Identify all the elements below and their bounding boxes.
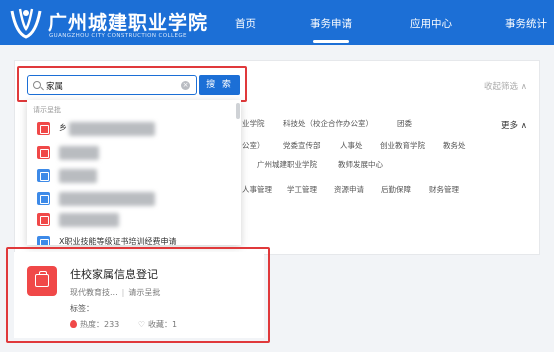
service-card[interactable]: 住校家属信息登记 现代教育技... | 请示呈批 标签： 热度：233 ♡ 收藏：1 (14, 252, 264, 338)
clipboard-icon (27, 266, 57, 296)
dropdown-category-header: 请示呈批 (33, 106, 61, 114)
filter-tag[interactable]: 业学院 (242, 118, 265, 129)
hot-count: 233 (104, 320, 120, 329)
card-category: 请示呈批 (128, 288, 161, 297)
nav-app-center[interactable]: 应用中心 (410, 16, 452, 31)
form-icon (37, 122, 50, 135)
suggestion-item[interactable]: X职业技能等级证书培训经费申请 (37, 234, 237, 245)
redacted-text (59, 169, 97, 183)
search-input-value: 家属 (46, 82, 64, 92)
nav-affairs-apply[interactable]: 事务申请 (310, 16, 352, 43)
filter-tag[interactable]: 学工管理 (287, 184, 317, 195)
redacted-text (59, 192, 155, 206)
redacted-text (69, 122, 155, 136)
top-header: 广州城建职业学院 GUANGZHOU CITY CONSTRUCTION COL… (0, 0, 554, 45)
suggestion-item[interactable] (37, 190, 237, 208)
suggestion-item[interactable] (37, 211, 237, 229)
filter-tag[interactable]: 教务处 (443, 140, 466, 151)
college-title: 广州城建职业学院 (48, 12, 209, 34)
dropdown-scrollbar[interactable] (236, 103, 240, 119)
filter-tag[interactable]: 人事管理 (242, 184, 272, 195)
filter-tag[interactable]: 广州城建职业学院 (257, 159, 317, 170)
redacted-text (59, 146, 99, 160)
filter-tag[interactable]: 财务管理 (429, 184, 459, 195)
nav-affairs-stats[interactable]: 事务统计 (505, 16, 547, 31)
suggestion-item[interactable] (37, 167, 237, 185)
college-logo-icon (10, 8, 42, 39)
search-icon (33, 81, 41, 89)
suggestion-item[interactable]: 乡 (37, 120, 237, 138)
filter-tag[interactable]: 人事处 (340, 140, 363, 151)
clear-icon[interactable]: × (181, 81, 190, 90)
filter-tag[interactable]: 后勤保障 (381, 184, 411, 195)
more-filter-link[interactable]: 更多 ∧ (501, 119, 527, 131)
flame-icon (70, 320, 77, 328)
form-icon (37, 236, 50, 245)
search-suggestion-dropdown: 请示呈批 乡 X职业技能等级证书培训经费申请 (27, 100, 241, 245)
college-subtitle: GUANGZHOU CITY CONSTRUCTION COLLEGE (49, 33, 187, 39)
form-icon (37, 146, 50, 159)
form-icon (37, 169, 50, 182)
card-department: 现代教育技... (70, 288, 118, 297)
suggestion-item[interactable] (37, 144, 237, 162)
filter-tag[interactable]: 党委宣传部 (283, 140, 321, 151)
filter-tag[interactable]: 公室） (242, 140, 265, 151)
filter-tag[interactable]: 创业教育学院 (380, 140, 425, 151)
card-stats: 热度：233 ♡ 收藏：1 (70, 319, 177, 330)
favorite-count: 1 (172, 320, 178, 329)
filter-tag[interactable]: 教师发展中心 (338, 159, 383, 170)
redacted-text (59, 213, 119, 227)
heart-icon[interactable]: ♡ (138, 320, 145, 329)
nav-home[interactable]: 首页 (235, 16, 256, 31)
card-tags-label: 标签： (70, 304, 94, 313)
card-meta: 现代教育技... | 请示呈批 (70, 288, 161, 297)
card-title[interactable]: 住校家属信息登记 (70, 266, 158, 282)
search-input[interactable]: 家属 × (27, 75, 197, 95)
filter-tag[interactable]: 资源申请 (334, 184, 364, 195)
form-icon (37, 213, 50, 226)
filter-tag[interactable]: 科技处（校企合作办公室） (283, 118, 373, 129)
filter-tag[interactable]: 团委 (397, 118, 412, 129)
form-icon (37, 192, 50, 205)
search-button[interactable]: 搜 索 (199, 75, 240, 95)
collapse-filter-link[interactable]: 收起筛选 ∧ (484, 80, 527, 92)
